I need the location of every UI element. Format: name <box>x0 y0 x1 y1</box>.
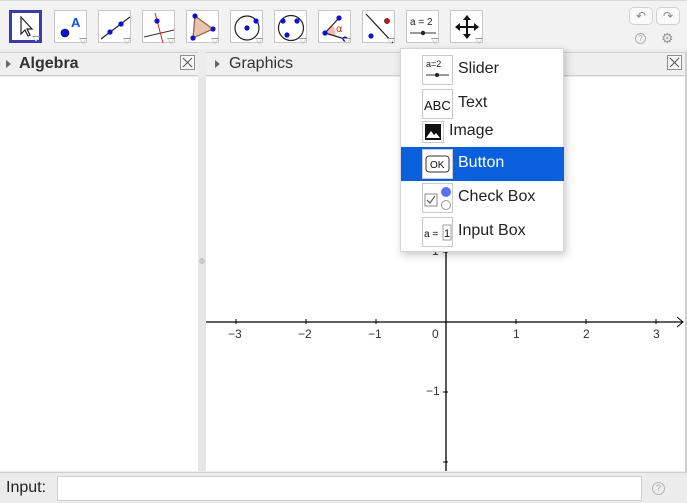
help-icon[interactable]: ? <box>635 33 646 44</box>
tool-move[interactable] <box>9 10 42 43</box>
close-icon <box>182 57 193 68</box>
menu-item-button[interactable]: OK Button <box>401 147 564 181</box>
graphics-title: Graphics <box>229 55 294 72</box>
menu-item-label: Image <box>449 122 494 139</box>
x-tick-label: 3 <box>653 327 660 341</box>
algebra-header: Algebra <box>0 52 198 76</box>
tool-circle-three-points[interactable] <box>274 10 307 44</box>
redo-button[interactable]: ↷ <box>656 7 680 25</box>
tool-line[interactable] <box>98 10 131 44</box>
x-tick-label: 2 <box>583 327 590 341</box>
svg-text:a=2: a=2 <box>426 59 441 69</box>
image-icon <box>422 121 444 143</box>
svg-text:a = 2: a = 2 <box>410 17 433 28</box>
menu-item-label: Text <box>458 94 488 111</box>
svg-text:OK: OK <box>430 160 445 171</box>
x-tick-label: −3 <box>228 327 242 341</box>
splitter-handle[interactable] <box>199 258 205 264</box>
menu-item-input-box[interactable]: a = 1 Input Box <box>401 215 564 249</box>
menu-item-text[interactable]: ABC Text <box>401 87 564 121</box>
input-box-icon: a = 1 <box>422 217 453 247</box>
toolbar: A α a = 2 ↶ ↷ ? ⚙ <box>0 0 687 49</box>
menu-item-image[interactable]: Image <box>401 118 564 146</box>
menu-item-label: Button <box>458 154 505 171</box>
y-tick-label: −1 <box>426 384 440 398</box>
undo-button[interactable]: ↶ <box>629 7 653 25</box>
algebra-title: Algebra <box>19 55 79 72</box>
text-icon: ABC <box>422 89 453 119</box>
menu-item-slider[interactable]: a=2 Slider <box>401 53 564 87</box>
input-bar: Input: ? <box>0 472 687 503</box>
tool-point[interactable]: A <box>54 10 87 44</box>
tool-reflect[interactable] <box>362 10 395 44</box>
x-tick-label: −2 <box>298 327 312 341</box>
slider-icon: a=2 <box>422 55 453 85</box>
menu-item-label: Check Box <box>458 188 536 205</box>
x-tick-label: 0 <box>432 327 439 341</box>
input-label: Input: <box>6 479 47 496</box>
button-icon: OK <box>422 149 453 179</box>
checkbox-icon <box>422 183 453 213</box>
menu-item-label: Input Box <box>458 222 526 239</box>
menu-item-check-box[interactable]: Check Box <box>401 181 564 215</box>
svg-text:α: α <box>336 24 343 35</box>
gear-icon[interactable]: ⚙ <box>661 30 674 47</box>
svg-text:ABC: ABC <box>424 98 451 113</box>
x-tick-label: 1 <box>513 327 520 341</box>
tool-angle[interactable]: α <box>318 10 351 44</box>
algebra-input-field[interactable] <box>57 476 642 501</box>
close-icon <box>669 57 680 68</box>
panel-splitter[interactable] <box>198 77 206 471</box>
geogebra-window: A α a = 2 ↶ ↷ ? ⚙ Algebra Graphics −3 −2… <box>0 0 687 503</box>
tool-dropdown-menu: a=2 Slider ABC Text Image OK Button Chec… <box>400 48 564 252</box>
algebra-view[interactable] <box>0 77 198 471</box>
svg-text:1: 1 <box>444 228 450 240</box>
tool-move-graphics-view[interactable] <box>450 10 483 44</box>
dropdown-indicator <box>32 36 40 42</box>
menu-item-label: Slider <box>458 60 499 77</box>
x-tick-label: −1 <box>368 327 382 341</box>
close-graphics-button[interactable] <box>667 55 682 70</box>
close-algebra-button[interactable] <box>180 55 195 70</box>
tool-polygon[interactable] <box>186 10 219 44</box>
svg-text:a =: a = <box>424 229 438 240</box>
expand-arrow-icon[interactable] <box>6 60 11 68</box>
tool-circle-center[interactable] <box>230 10 263 44</box>
tool-slider[interactable]: a = 2 <box>406 10 439 44</box>
tool-perpendicular-line[interactable] <box>142 10 175 44</box>
expand-arrow-icon[interactable] <box>215 60 220 68</box>
input-help-icon[interactable]: ? <box>652 482 665 495</box>
svg-text:A: A <box>71 15 81 30</box>
